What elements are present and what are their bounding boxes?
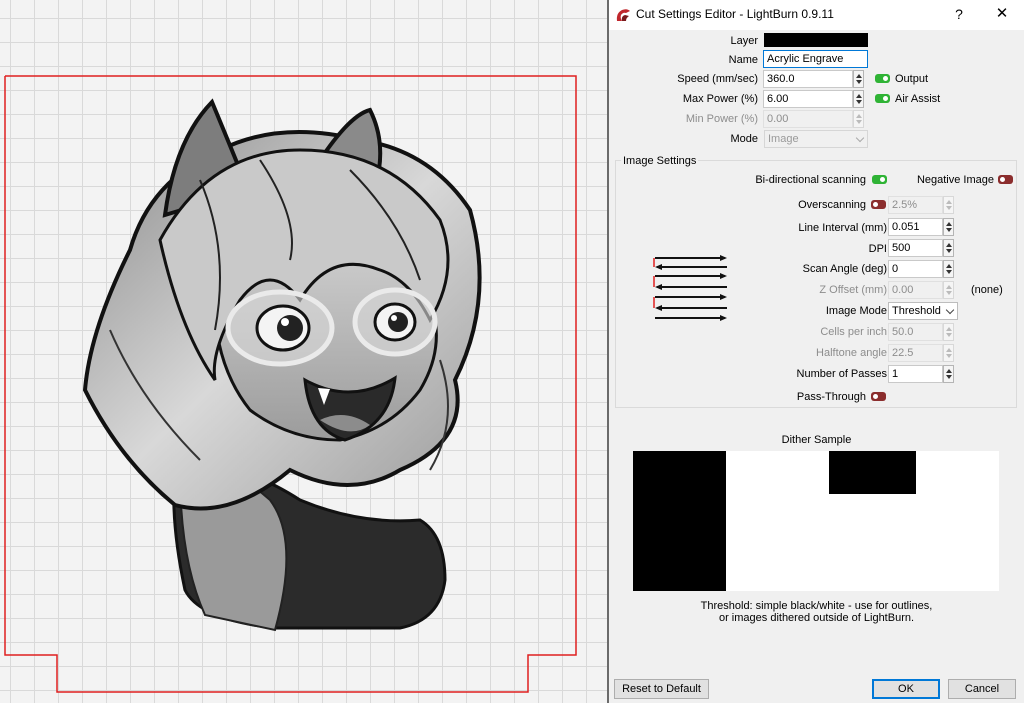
passes-field[interactable]: 1 — [888, 365, 943, 383]
max-power-field[interactable]: 6.00 — [763, 90, 853, 108]
halftone-angle-stepper — [943, 344, 954, 362]
character-artwork[interactable] — [0, 0, 609, 703]
chevron-down-icon — [945, 305, 955, 315]
dpi-field[interactable]: 500 — [888, 239, 943, 257]
name-label: Name — [728, 54, 758, 66]
z-offset-stepper — [943, 281, 954, 299]
speed-label: Speed (mm/sec) — [677, 73, 758, 85]
dither-block — [633, 451, 726, 591]
mode-label: Mode — [730, 133, 758, 145]
scan-angle-stepper[interactable] — [943, 260, 954, 278]
line-interval-field[interactable]: 0.051 — [888, 218, 943, 236]
lightburn-logo-icon — [616, 9, 630, 21]
mode-select: Image — [764, 130, 868, 148]
z-offset-note: (none) — [971, 284, 1003, 296]
image-mode-value: Threshold — [892, 305, 941, 317]
dither-description-line1: Threshold: simple black/white - use for … — [700, 600, 933, 612]
passes-label: Number of Passes — [796, 368, 887, 380]
help-button[interactable]: ? — [949, 4, 969, 24]
z-offset-field: 0.00 — [888, 281, 943, 299]
cut-settings-dialog: Cut Settings Editor - LightBurn 0.9.11 ?… — [609, 0, 1024, 703]
max-power-label: Max Power (%) — [682, 93, 758, 105]
passes-stepper[interactable] — [943, 365, 954, 383]
overscanning-field: 2.5% — [888, 196, 943, 214]
cells-per-inch-field: 50.0 — [888, 323, 943, 341]
ok-button[interactable]: OK — [872, 679, 940, 699]
overscanning-label: Overscanning — [798, 199, 866, 211]
air-assist-label: Air Assist — [895, 93, 941, 105]
min-power-stepper — [853, 110, 864, 128]
name-field[interactable]: Acrylic Engrave — [763, 50, 868, 68]
mode-value: Image — [768, 133, 799, 145]
negative-image-label: Negative Image — [916, 174, 994, 186]
layer-color-swatch[interactable] — [764, 33, 868, 47]
pass-through-toggle[interactable] — [871, 392, 886, 401]
bidirectional-scan-icon — [653, 255, 727, 321]
layer-label: Layer — [730, 35, 758, 47]
bidirectional-toggle[interactable] — [872, 175, 887, 184]
max-power-stepper[interactable] — [853, 90, 864, 108]
min-power-field: 0.00 — [763, 110, 853, 128]
cells-per-inch-label: Cells per inch — [820, 326, 887, 338]
dither-description-line2: or images dithered outside of LightBurn. — [718, 612, 915, 624]
output-toggle[interactable] — [875, 74, 890, 83]
close-button[interactable]: ✕ — [989, 4, 1015, 24]
min-power-label: Min Power (%) — [685, 113, 758, 125]
cancel-button[interactable]: Cancel — [948, 679, 1016, 699]
overscanning-stepper — [943, 196, 954, 214]
cells-per-inch-stepper — [943, 323, 954, 341]
image-mode-select[interactable]: Threshold — [888, 302, 958, 320]
dpi-stepper[interactable] — [943, 239, 954, 257]
z-offset-label: Z Offset (mm) — [819, 284, 887, 296]
line-interval-stepper[interactable] — [943, 218, 954, 236]
speed-stepper[interactable] — [853, 70, 864, 88]
line-interval-label: Line Interval (mm) — [798, 222, 887, 234]
bidirectional-label: Bi-directional scanning — [755, 174, 866, 186]
dither-sample-preview — [633, 451, 999, 591]
speed-field[interactable]: 360.0 — [763, 70, 853, 88]
dither-sample-title: Dither Sample — [781, 434, 852, 446]
title-bar[interactable]: Cut Settings Editor - LightBurn 0.9.11 ?… — [609, 0, 1024, 30]
halftone-angle-field: 22.5 — [888, 344, 943, 362]
chevron-down-icon — [855, 133, 865, 143]
scan-angle-field[interactable]: 0 — [888, 260, 943, 278]
image-settings-title: Image Settings — [621, 155, 699, 167]
dpi-label: DPI — [868, 243, 887, 255]
output-label: Output — [895, 73, 929, 85]
negative-image-toggle[interactable] — [998, 175, 1013, 184]
scan-angle-label: Scan Angle (deg) — [802, 263, 887, 275]
image-mode-label: Image Mode — [825, 305, 887, 317]
air-assist-toggle[interactable] — [875, 94, 890, 103]
pass-through-label: Pass-Through — [796, 391, 866, 403]
overscanning-toggle[interactable] — [871, 200, 886, 209]
reset-to-default-button[interactable]: Reset to Default — [614, 679, 709, 699]
halftone-angle-label: Halftone angle — [816, 347, 887, 359]
dither-block — [829, 451, 916, 494]
window-title: Cut Settings Editor - LightBurn 0.9.11 — [636, 7, 834, 21]
design-canvas[interactable] — [0, 0, 609, 703]
